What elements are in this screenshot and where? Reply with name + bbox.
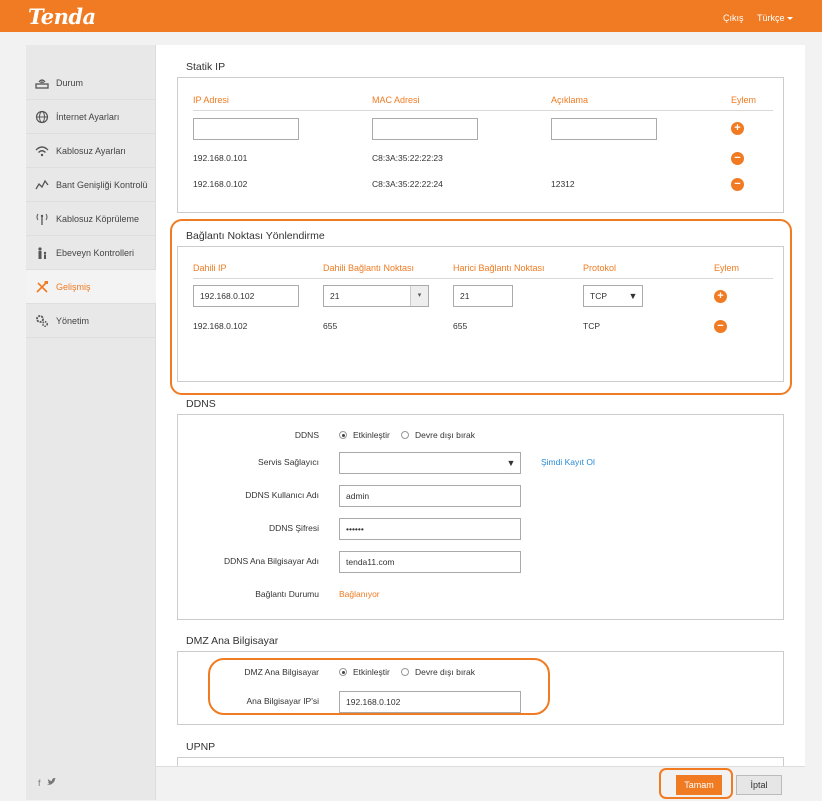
static-desc-input[interactable] xyxy=(551,118,657,140)
chevron-down-icon xyxy=(786,17,793,21)
language-dropdown[interactable]: Türkçe xyxy=(757,13,793,23)
facebook-icon[interactable]: f xyxy=(38,778,41,788)
ddns-hostname-input[interactable]: tenda11.com xyxy=(339,551,521,573)
static-ip-input[interactable] xyxy=(193,118,299,140)
remove-icon[interactable]: − xyxy=(731,152,744,165)
col-mac-address: MAC Adresi xyxy=(372,95,420,105)
ddns-username-input[interactable]: admin xyxy=(339,485,521,507)
col-ip-address: IP Adresi xyxy=(193,95,229,105)
main-content: Statik IP IP Adresi MAC Adresi Açıklama … xyxy=(156,45,805,801)
sidebar-item-status[interactable]: Durum xyxy=(26,66,156,100)
sidebar-item-label: Kablosuz Ayarları xyxy=(56,146,126,156)
router-icon xyxy=(35,76,49,90)
add-icon[interactable]: + xyxy=(731,122,744,135)
connection-status-label: Bağlantı Durumu xyxy=(255,589,319,599)
sidebar-item-label: Kablosuz Köprüleme xyxy=(56,214,140,224)
static-ip-panel: IP Adresi MAC Adresi Açıklama Eylem + 19… xyxy=(177,77,784,213)
provider-select[interactable]: ▼ xyxy=(339,452,521,474)
upnp-title: UPNP xyxy=(186,741,216,753)
sidebar-item-label: Gelişmiş xyxy=(56,282,91,292)
footer-bar: Tamam İptal xyxy=(156,766,805,801)
annotation-highlight xyxy=(208,658,550,715)
sidebar-item-internet[interactable]: İnternet Ayarları xyxy=(26,100,156,134)
static-mac-input[interactable] xyxy=(372,118,478,140)
sidebar-item-label: Yönetim xyxy=(56,316,90,326)
cancel-button[interactable]: İptal xyxy=(736,775,782,795)
sidebar-item-label: İnternet Ayarları xyxy=(56,112,120,122)
col-description: Açıklama xyxy=(551,95,589,105)
static-desc-cell: 12312 xyxy=(551,179,575,189)
tools-icon xyxy=(35,280,49,294)
register-now-link[interactable]: Şimdi Kayıt Ol xyxy=(541,457,595,467)
sidebar-item-label: Ebeveyn Kontrolleri xyxy=(56,248,135,258)
static-ip-title: Statik IP xyxy=(186,61,226,73)
password-label: DDNS Şifresi xyxy=(268,523,319,533)
annotation-highlight xyxy=(659,768,733,799)
sidebar-item-advanced[interactable]: Gelişmiş xyxy=(26,270,156,304)
sidebar-item-label: Bant Genişliği Kontrolü xyxy=(56,180,148,190)
sidebar-item-wireless[interactable]: Kablosuz Ayarları xyxy=(26,134,156,168)
ddns-enable-radio[interactable] xyxy=(339,431,347,439)
social-links[interactable]: f xyxy=(38,778,57,788)
ddns-label: DDNS xyxy=(294,430,319,440)
twitter-icon[interactable] xyxy=(47,778,57,788)
ddns-disable-radio[interactable] xyxy=(401,431,409,439)
username-label: DDNS Kullanıcı Adı xyxy=(245,490,319,500)
static-mac-cell: C8:3A:35:22:22:24 xyxy=(372,179,443,189)
language-label: Türkçe xyxy=(757,13,785,23)
connection-status-value: Bağlanıyor xyxy=(339,589,380,599)
gears-icon xyxy=(35,314,49,328)
wifi-icon xyxy=(35,144,49,158)
annotation-highlight xyxy=(170,219,792,395)
provider-label: Servis Sağlayıcı xyxy=(258,457,319,467)
page-edge xyxy=(805,45,822,801)
tenda-logo: Tenda xyxy=(28,4,96,29)
ddns-panel: DDNS Etkinleştir Devre dışı bırak Servis… xyxy=(177,414,784,620)
divider xyxy=(193,110,773,111)
ddns-password-input[interactable]: •••••• xyxy=(339,518,521,540)
sidebar-item-management[interactable]: Yönetim xyxy=(26,304,156,338)
static-ip-cell: 192.168.0.102 xyxy=(193,179,248,189)
hostname-label: DDNS Ana Bilgisayar Adı xyxy=(224,556,319,566)
logout-link[interactable]: Çıkış xyxy=(723,13,744,23)
sidebar-item-bandwidth[interactable]: Bant Genişliği Kontrolü xyxy=(26,168,156,202)
top-bar: Tenda Çıkış Türkçe xyxy=(0,0,822,32)
dmz-title: DMZ Ana Bilgisayar xyxy=(186,635,279,647)
parent-icon xyxy=(35,246,49,260)
sidebar-item-wireless-bridge[interactable]: Kablosuz Köprüleme xyxy=(26,202,156,236)
ddns-disable-label[interactable]: Devre dışı bırak xyxy=(415,430,475,440)
sidebar-item-parental[interactable]: Ebeveyn Kontrolleri xyxy=(26,236,156,270)
static-ip-cell: 192.168.0.101 xyxy=(193,153,248,163)
ddns-title: DDNS xyxy=(186,398,216,410)
bandwidth-icon xyxy=(35,178,49,192)
static-mac-cell: C8:3A:35:22:22:23 xyxy=(372,153,443,163)
sidebar: Durum İnternet Ayarları Kablosuz Ayarlar… xyxy=(26,45,156,800)
antenna-icon xyxy=(35,212,49,226)
ddns-enable-label[interactable]: Etkinleştir xyxy=(353,430,390,440)
remove-icon[interactable]: − xyxy=(731,178,744,191)
dropdown-arrow-icon: ▼ xyxy=(506,458,516,468)
col-action: Eylem xyxy=(731,95,757,105)
sidebar-item-label: Durum xyxy=(56,78,84,88)
globe-icon xyxy=(35,110,49,124)
